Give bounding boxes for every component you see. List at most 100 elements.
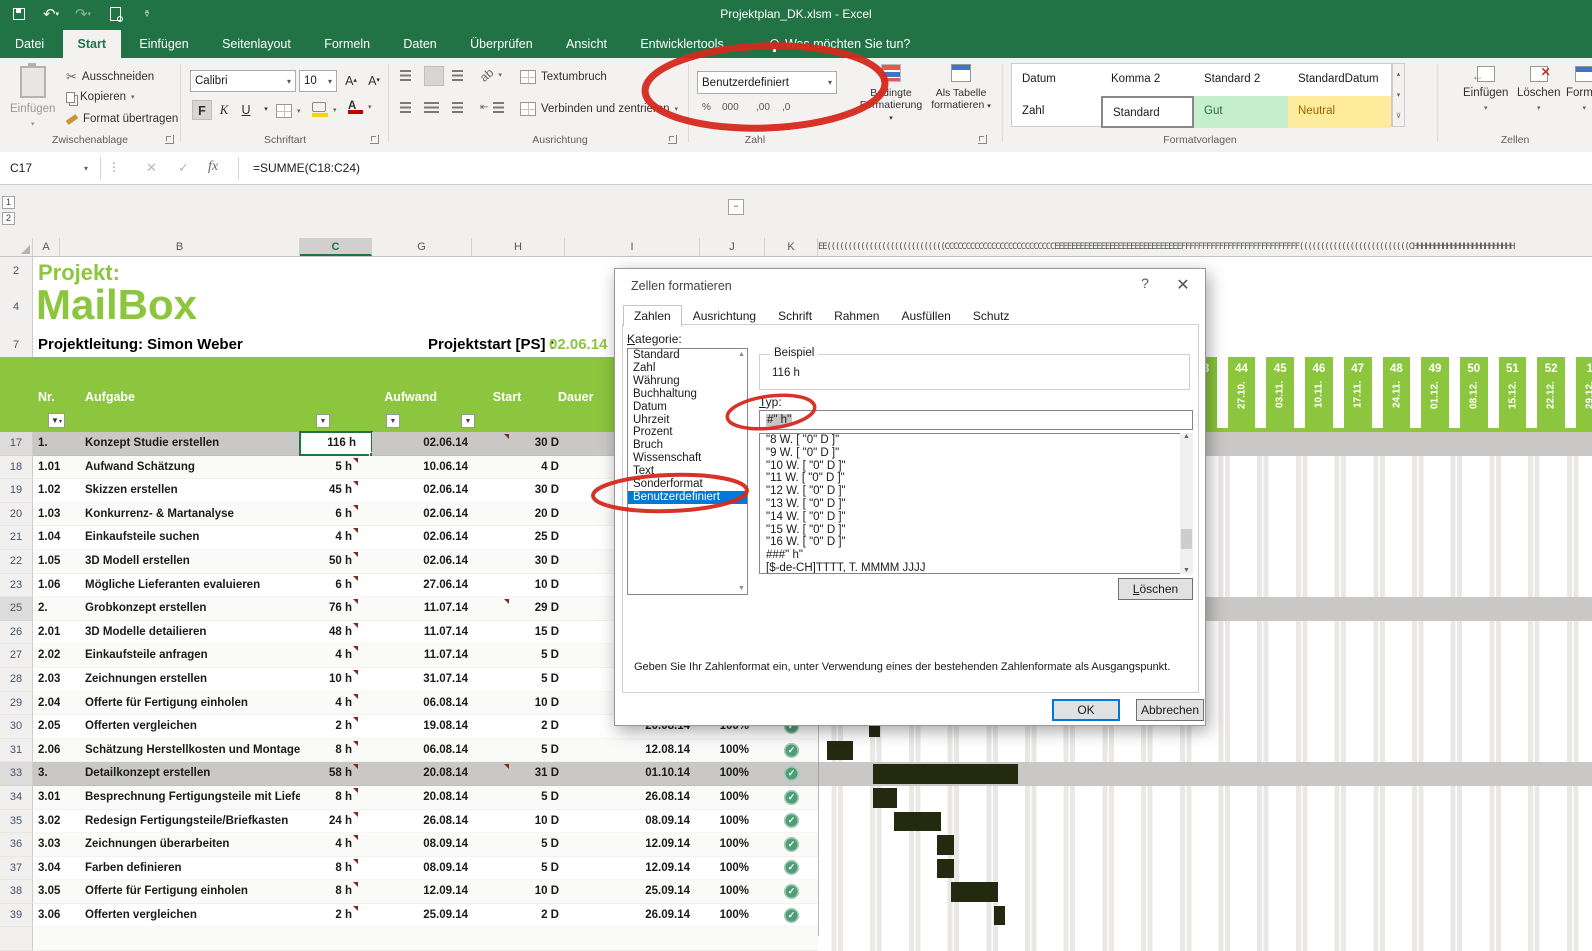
number-format-combo[interactable]: Benutzerdefiniert▾ bbox=[697, 71, 837, 94]
format-type-item[interactable]: "14 W. [ "0" D ]" bbox=[760, 511, 1192, 524]
column-header-B[interactable]: B bbox=[60, 238, 300, 256]
column-header-H[interactable]: H bbox=[472, 238, 565, 256]
category-list-scrollbar[interactable]: ▲▼ bbox=[735, 349, 747, 594]
copy-button[interactable]: Kopieren ▾ bbox=[66, 91, 135, 103]
align-center-icon[interactable] bbox=[424, 102, 439, 113]
type-list-scrollbar[interactable]: ▲▼ bbox=[1180, 433, 1193, 574]
alignment-dialog-launcher[interactable] bbox=[668, 135, 677, 144]
cut-button[interactable]: ✂Ausschneiden bbox=[66, 69, 154, 85]
style-standarddatum[interactable]: StandardDatum bbox=[1288, 64, 1391, 96]
tell-me-box[interactable]: Was möchten Sie tun? bbox=[770, 37, 910, 51]
filter-start[interactable]: ▼ bbox=[386, 414, 400, 428]
cancel-entry-icon[interactable]: ✕ bbox=[146, 160, 157, 176]
category-item-wissenschaft[interactable]: Wissenschaft bbox=[628, 452, 747, 465]
format-as-table-button[interactable]: Als Tabelle formatieren ▾ bbox=[930, 64, 992, 113]
select-all-corner[interactable] bbox=[0, 238, 33, 256]
row-number-7[interactable]: 7 bbox=[0, 339, 32, 351]
number-dialog-launcher[interactable] bbox=[978, 135, 987, 144]
gallery-scroll-buttons[interactable]: ▴▾⊽ bbox=[1392, 63, 1405, 127]
name-box-dropdown[interactable]: ▾ bbox=[84, 164, 88, 173]
dialog-help-icon[interactable]: ? bbox=[1131, 275, 1159, 291]
name-box[interactable]: C17 bbox=[4, 157, 96, 180]
underline-dropdown[interactable]: ▾ bbox=[256, 100, 276, 120]
paste-button[interactable]: Einfügen▾ bbox=[10, 66, 55, 128]
format-cells-button[interactable]: Format▾ bbox=[1566, 66, 1592, 112]
format-type-item[interactable]: "9 W. [ "0" D ]" bbox=[760, 447, 1192, 460]
conditional-formatting-button[interactable]: Bedingte Formatierung ▾ bbox=[860, 64, 922, 125]
delete-cells-button[interactable]: ✕ Löschen▾ bbox=[1517, 66, 1560, 112]
tab-ueberpruefen[interactable]: Überprüfen bbox=[455, 30, 548, 58]
table-row-36[interactable]: 363.03Zeichnungen überarbeiten4 h08.09.1… bbox=[0, 833, 1592, 857]
format-type-item[interactable]: "13 W. [ "0" D ]" bbox=[760, 498, 1192, 511]
cancel-button[interactable]: Abbrechen bbox=[1136, 699, 1204, 721]
percent-style-icon[interactable]: % bbox=[702, 102, 711, 113]
format-type-item[interactable]: "11 W. [ "0" D ]" bbox=[760, 472, 1192, 485]
font-size-combo[interactable]: 10▾ bbox=[299, 70, 337, 92]
format-type-item[interactable]: "15 W. [ "0" D ]" bbox=[760, 524, 1192, 537]
table-row-35[interactable]: 353.02Redesign Fertigungsteile/Briefkast… bbox=[0, 810, 1592, 834]
format-type-item[interactable]: ###" h" bbox=[760, 549, 1192, 562]
category-item-währung[interactable]: Währung bbox=[628, 375, 747, 388]
format-cells-dialog[interactable]: Zellen formatieren ? ✕ Zahlen Ausrichtun… bbox=[614, 268, 1206, 726]
row-number-2[interactable]: 2 bbox=[0, 265, 32, 277]
orientation-button[interactable]: ab▾ bbox=[480, 68, 502, 82]
tab-daten[interactable]: Daten bbox=[388, 30, 451, 58]
align-left-icon[interactable] bbox=[400, 102, 411, 113]
delete-format-button[interactable]: Löschen bbox=[1118, 578, 1193, 600]
format-type-item[interactable]: "12 W. [ "0" D ]" bbox=[760, 485, 1192, 498]
merge-center-button[interactable]: Verbinden und zentrieren▾ bbox=[520, 102, 678, 116]
column-header-C[interactable]: C bbox=[300, 238, 372, 256]
decrease-indent-icon[interactable]: ⇤ bbox=[480, 102, 504, 113]
column-header-G[interactable]: G bbox=[372, 238, 472, 256]
font-dialog-launcher[interactable] bbox=[370, 135, 379, 144]
style-standard2[interactable]: Standard 2 bbox=[1194, 64, 1288, 96]
category-item-uhrzeit[interactable]: Uhrzeit bbox=[628, 414, 747, 427]
type-input[interactable]: #" h" bbox=[759, 410, 1193, 430]
table-row-38[interactable]: 383.05Offerte für Fertigung einholen8 h1… bbox=[0, 880, 1592, 904]
font-color-button[interactable]: A▾ bbox=[348, 100, 372, 114]
align-middle-icon[interactable] bbox=[424, 66, 444, 86]
underline-button[interactable]: U bbox=[236, 100, 256, 120]
tab-datei[interactable]: Datei bbox=[0, 30, 59, 58]
fill-color-button[interactable]: ▾ bbox=[312, 102, 337, 117]
column-header-A[interactable]: A bbox=[33, 238, 60, 256]
table-row-33[interactable]: 333.Detailkonzept erstellen58 h20.08.143… bbox=[0, 762, 1592, 786]
bold-button[interactable]: F bbox=[192, 100, 212, 120]
selected-cell-c17[interactable]: 116 h bbox=[300, 432, 372, 455]
dialog-tab-zahlen[interactable]: Zahlen bbox=[623, 305, 682, 327]
grow-font-button[interactable]: A▴ bbox=[341, 71, 361, 91]
category-item-buchhaltung[interactable]: Buchhaltung bbox=[628, 388, 747, 401]
filter-aufwand[interactable]: ▼ bbox=[316, 414, 330, 428]
align-right-icon[interactable] bbox=[452, 102, 463, 113]
style-komma2[interactable]: Komma 2 bbox=[1101, 64, 1194, 96]
format-type-item[interactable]: "16 W. [ "0" D ]" bbox=[760, 536, 1192, 549]
tab-formeln[interactable]: Formeln bbox=[309, 30, 385, 58]
style-zahl[interactable]: Zahl bbox=[1012, 96, 1101, 128]
tab-ansicht[interactable]: Ansicht bbox=[551, 30, 622, 58]
category-item-standard[interactable]: Standard bbox=[628, 349, 747, 362]
category-item-datum[interactable]: Datum bbox=[628, 401, 747, 414]
category-item-sonderformat[interactable]: Sonderformat bbox=[628, 478, 747, 491]
outline-level-1-button[interactable]: 1 bbox=[2, 196, 15, 209]
category-item-zahl[interactable]: Zahl bbox=[628, 362, 747, 375]
format-type-item[interactable]: "10 W. [ "0" D ]" bbox=[760, 460, 1192, 473]
comma-style-icon[interactable]: 000 bbox=[722, 102, 739, 113]
column-header-I[interactable]: I bbox=[565, 238, 700, 256]
tab-seitenlayout[interactable]: Seitenlayout bbox=[207, 30, 306, 58]
table-row-31[interactable]: 312.06Schätzung Herstellkosten und Monta… bbox=[0, 739, 1592, 763]
tab-start[interactable]: Start bbox=[63, 30, 121, 58]
column-header-J[interactable]: J bbox=[700, 238, 765, 256]
format-painter-button[interactable]: Format übertragen bbox=[66, 113, 178, 125]
align-bottom-icon[interactable] bbox=[452, 70, 463, 81]
dialog-close-icon[interactable]: ✕ bbox=[1169, 275, 1197, 295]
outline-level-2-button[interactable]: 2 bbox=[2, 212, 15, 225]
category-item-bruch[interactable]: Bruch bbox=[628, 439, 747, 452]
column-letter-headers[interactable]: ABCGHIJK bbox=[33, 238, 818, 256]
format-type-item[interactable]: "8 W. [ "0" D ]" bbox=[760, 434, 1192, 447]
insert-cells-button[interactable]: ← Einfügen▾ bbox=[1463, 66, 1508, 112]
filter-dauer[interactable]: ▼ bbox=[461, 414, 475, 428]
style-neutral[interactable]: Neutral bbox=[1288, 96, 1391, 128]
style-datum[interactable]: Datum bbox=[1012, 64, 1101, 96]
table-row-37[interactable]: 373.04Farben definieren8 h08.09.145 D12.… bbox=[0, 857, 1592, 881]
column-header-K[interactable]: K bbox=[765, 238, 818, 256]
